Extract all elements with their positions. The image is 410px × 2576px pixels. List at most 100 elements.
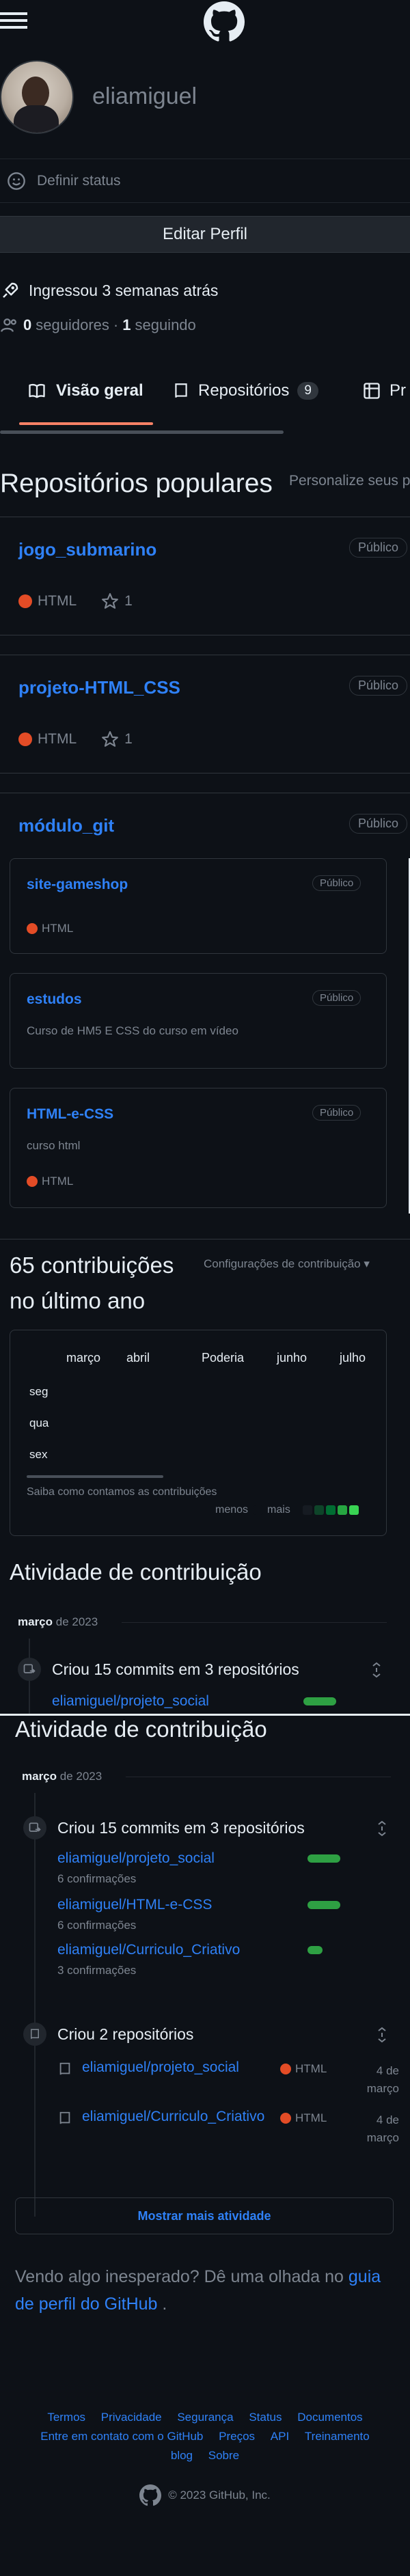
created-summary[interactable]: Criou 2 repositórios [57,2025,193,2044]
footer-link-status[interactable]: Status [249,2411,282,2424]
commit-share-bar [308,1854,340,1863]
timeline-line [34,1793,36,2217]
created-date: 4 de março [358,2062,399,2098]
contributions-title: 65 contribuições no último ano [10,1248,174,1319]
legend-cell [254,1505,264,1515]
tab-overview[interactable]: Visão geral [27,381,144,400]
repo-description: curso html [27,1139,81,1152]
created-repo-link[interactable]: eliamiguel/projeto_social [82,2059,239,2076]
star-count[interactable]: 1 [124,731,133,748]
commit-repo-link[interactable]: eliamiguel/projeto_social [52,1693,209,1710]
footer-link-pricing[interactable]: Preços [219,2430,255,2443]
copyright-text: © 2023 GitHub, Inc. [168,2489,271,2502]
language-color-dot [18,594,32,608]
footer-link-docs[interactable]: Documentos [297,2411,362,2424]
smiley-icon [7,172,26,191]
activity-title: Atividade de contribuição [10,1559,262,1585]
language-color-dot [18,732,32,746]
expand-icon[interactable] [370,1662,383,1678]
commits-summary[interactable]: Criou 15 commits em 3 repositórios [57,1819,305,1837]
repo-icon [57,2110,72,2126]
created-repo-item: eliamiguel/Curriculo_Criativo HTML 4 de … [57,2109,399,2150]
footer-link-blog[interactable]: blog [171,2449,193,2462]
set-status-label: Definir status [37,173,121,189]
commit-repo-link[interactable]: eliamiguel/Curriculo_Criativo [57,1942,240,1958]
created-repo-item: eliamiguel/projeto_social HTML 4 de març… [57,2059,399,2100]
contributions-title-line1: 65 contribuições [10,1252,174,1278]
activity-month-name: março [22,1770,57,1783]
star-icon[interactable] [101,730,119,748]
show-more-activity-label: Mostrar mais atividade [137,2208,271,2223]
hamburger-menu-icon[interactable] [0,7,27,34]
footer-link-about[interactable]: Sobre [208,2449,239,2462]
day-label: sex [29,1448,48,1461]
created-repo-link[interactable]: eliamiguel/Curriculo_Criativo [82,2109,264,2125]
followers-info[interactable]: 0 seguidores · 1 seguindo [0,316,196,335]
created-date-line2: março [366,2131,399,2144]
username: eliamiguel [92,83,197,109]
repo-name-link[interactable]: site-gameshop [27,877,128,893]
star-count[interactable]: 1 [124,593,133,609]
repo-name-link[interactable]: HTML-e-CSS [27,1106,113,1123]
legend-cell [337,1505,347,1515]
set-status-button[interactable]: Definir status [7,171,121,191]
joined-info: Ingressou 3 semanas atrás [0,280,218,301]
created-date-line1: 4 de [376,2064,399,2077]
following-count: 1 [122,316,131,333]
activity-year: de 2023 [55,1615,98,1628]
footer-link-contact[interactable]: Entre em contato com o GitHub [40,2430,203,2443]
graph-scrollbar[interactable] [27,1475,163,1478]
month-label: junho [277,1351,308,1365]
created-date-line2: março [366,2082,399,2095]
page-divider [0,1714,410,1716]
month-label: Poderia [202,1351,245,1365]
contribution-legend: menos mais [215,1504,359,1516]
commit-repo-link[interactable]: eliamiguel/projeto_social [57,1850,215,1867]
separator: · [113,316,119,333]
repo-name-link[interactable]: jogo_submarino [18,539,156,560]
expand-icon[interactable] [376,2027,388,2043]
repo-description: Curso de HM5 E CSS do curso em vídeo [27,1024,238,1037]
visibility-badge: Público [312,875,361,891]
expand-icon[interactable] [376,1820,388,1837]
repo-name-link[interactable]: módulo_git [18,815,114,836]
show-more-activity-button[interactable]: Mostrar mais atividade [15,2197,394,2234]
month-label: março [66,1351,101,1365]
contribution-settings-dropdown[interactable]: Configurações de contribuição ▾ [204,1257,370,1271]
repo-name-link[interactable]: projeto-HTML_CSS [18,677,180,698]
language-color-dot [280,2064,291,2074]
repo-name-link[interactable]: estudos [27,991,82,1008]
footer-link-terms[interactable]: Termos [47,2411,85,2424]
created-date: 4 de março [358,2111,399,2147]
github-logo-icon[interactable] [204,1,245,42]
tabs-scrollbar[interactable] [0,430,284,434]
footer-link-training[interactable]: Treinamento [305,2430,370,2443]
activity-title: Atividade de contribuição [15,1716,267,1742]
commit-icon [18,1658,41,1681]
tab-repositories[interactable]: Repositórios 9 [172,381,318,400]
repo-card: projeto-HTML_CSS Público HTML 1 [0,655,410,773]
learn-contributions-link[interactable]: Saiba como contamos as contribuições [27,1486,217,1498]
footer-link-security[interactable]: Segurança [177,2411,233,2424]
day-label: seg [29,1385,49,1398]
commits-summary[interactable]: Criou 15 commits em 3 repositórios [52,1660,299,1679]
footer-link-privacy[interactable]: Privacidade [101,2411,162,2424]
customize-pins-link[interactable]: Personalize seus p [289,473,410,489]
edit-profile-button[interactable]: Editar Perfil [0,216,410,253]
edit-profile-label: Editar Perfil [162,225,248,243]
activity-month-name: março [18,1615,53,1628]
repo-created-icon [23,2023,46,2046]
tab-projects[interactable]: Pr [362,381,406,400]
tab-overview-label: Visão geral [56,381,144,400]
language-label: HTML [42,1175,74,1188]
repo-card: estudos Público Curso de HM5 E CSS do cu… [10,973,387,1069]
commit-share-bar [308,1901,340,1909]
repo-card: jogo_submarino Público HTML 1 [0,517,410,635]
activity-year: de 2023 [59,1770,102,1783]
project-icon [362,381,381,400]
footer-link-api[interactable]: API [271,2430,289,2443]
commit-repo-link[interactable]: eliamiguel/HTML-e-CSS [57,1897,212,1913]
footer-links-row: Entre em contato com o GitHub Preços API… [0,2430,410,2443]
star-icon[interactable] [101,592,119,610]
avatar[interactable] [0,60,74,134]
